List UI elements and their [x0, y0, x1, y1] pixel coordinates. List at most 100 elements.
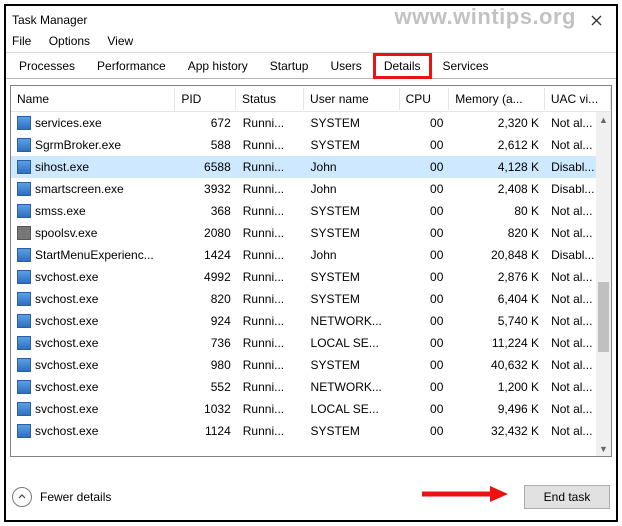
process-name: svchost.exe [35, 314, 98, 328]
table-row[interactable]: smartscreen.exe3932Runni...John002,408 K… [11, 178, 611, 200]
cell-memory: 6,404 K [449, 290, 545, 308]
cell-status: Runni... [237, 290, 305, 308]
cell-status: Runni... [237, 158, 305, 176]
table-row[interactable]: services.exe672Runni...SYSTEM002,320 KNo… [11, 112, 611, 134]
cell-status: Runni... [237, 246, 305, 264]
cell-cpu: 00 [400, 378, 449, 396]
cell-status: Runni... [237, 224, 305, 242]
tab-processes[interactable]: Processes [8, 53, 86, 79]
scroll-down-icon[interactable]: ▼ [596, 441, 611, 456]
cell-cpu: 00 [400, 180, 449, 198]
table-row[interactable]: SgrmBroker.exe588Runni...SYSTEM002,612 K… [11, 134, 611, 156]
process-name: StartMenuExperienc... [35, 248, 154, 262]
process-name: smartscreen.exe [35, 182, 124, 196]
cell-cpu: 00 [400, 400, 449, 418]
cell-status: Runni... [237, 202, 305, 220]
tab-services[interactable]: Services [432, 53, 500, 79]
cell-pid: 924 [176, 312, 236, 330]
tab-startup[interactable]: Startup [259, 53, 320, 79]
col-uac[interactable]: UAC vi... [545, 88, 611, 110]
cell-cpu: 00 [400, 136, 449, 154]
cell-memory: 32,432 K [449, 422, 545, 440]
table-row[interactable]: svchost.exe736Runni...LOCAL SE...0011,22… [11, 332, 611, 354]
cell-user: SYSTEM [305, 290, 401, 308]
tab-performance[interactable]: Performance [86, 53, 177, 79]
cell-cpu: 00 [400, 312, 449, 330]
tab-app-history[interactable]: App history [177, 53, 259, 79]
cell-status: Runni... [237, 422, 305, 440]
table-row[interactable]: svchost.exe924Runni...NETWORK...005,740 … [11, 310, 611, 332]
cell-pid: 1124 [176, 422, 236, 440]
table-row[interactable]: svchost.exe1124Runni...SYSTEM0032,432 KN… [11, 420, 611, 442]
cell-pid: 552 [176, 378, 236, 396]
cell-cpu: 00 [400, 246, 449, 264]
cell-cpu: 00 [400, 114, 449, 132]
process-name: svchost.exe [35, 424, 98, 438]
tab-strip: Processes Performance App history Startu… [6, 53, 616, 79]
process-name: SgrmBroker.exe [35, 138, 121, 152]
process-name: smss.exe [35, 204, 86, 218]
app-icon [17, 138, 31, 152]
window-title: Task Manager [12, 13, 87, 27]
table-row[interactable]: smss.exe368Runni...SYSTEM0080 KNot al... [11, 200, 611, 222]
cell-status: Runni... [237, 378, 305, 396]
cell-user: John [305, 246, 401, 264]
table-row[interactable]: spoolsv.exe2080Runni...SYSTEM00820 KNot … [11, 222, 611, 244]
table-row[interactable]: svchost.exe4992Runni...SYSTEM002,876 KNo… [11, 266, 611, 288]
cell-memory: 5,740 K [449, 312, 545, 330]
cell-memory: 820 K [449, 224, 545, 242]
process-table: Name PID Status User name CPU Memory (a.… [10, 85, 612, 457]
cell-memory: 1,200 K [449, 378, 545, 396]
cell-user: SYSTEM [305, 356, 401, 374]
cell-user: NETWORK... [305, 312, 401, 330]
cell-pid: 672 [176, 114, 236, 132]
cell-status: Runni... [237, 400, 305, 418]
table-row[interactable]: svchost.exe1032Runni...LOCAL SE...009,49… [11, 398, 611, 420]
cell-status: Runni... [237, 334, 305, 352]
col-name[interactable]: Name [11, 88, 175, 110]
menu-bar: File Options View [6, 32, 616, 52]
col-status[interactable]: Status [236, 88, 304, 110]
app-icon [17, 424, 31, 438]
close-icon[interactable] [582, 10, 610, 30]
cell-cpu: 00 [400, 422, 449, 440]
process-name: services.exe [35, 116, 102, 130]
scroll-thumb[interactable] [598, 282, 609, 352]
cell-pid: 2080 [176, 224, 236, 242]
cell-status: Runni... [237, 114, 305, 132]
cell-user: SYSTEM [305, 136, 401, 154]
footer: Fewer details End task [12, 480, 610, 514]
process-name: svchost.exe [35, 402, 98, 416]
table-row[interactable]: svchost.exe820Runni...SYSTEM006,404 KNot… [11, 288, 611, 310]
table-row[interactable]: svchost.exe552Runni...NETWORK...001,200 … [11, 376, 611, 398]
app-icon [17, 336, 31, 350]
process-name: spoolsv.exe [35, 226, 97, 240]
process-name: svchost.exe [35, 292, 98, 306]
cell-memory: 2,320 K [449, 114, 545, 132]
table-row[interactable]: StartMenuExperienc...1424Runni...John002… [11, 244, 611, 266]
cell-cpu: 00 [400, 202, 449, 220]
menu-file[interactable]: File [12, 34, 31, 48]
menu-options[interactable]: Options [49, 34, 90, 48]
scroll-up-icon[interactable]: ▲ [596, 112, 611, 127]
cell-memory: 9,496 K [449, 400, 545, 418]
tab-users[interactable]: Users [319, 53, 372, 79]
table-row[interactable]: sihost.exe6588Runni...John004,128 KDisab… [11, 156, 611, 178]
menu-view[interactable]: View [107, 34, 133, 48]
vertical-scrollbar[interactable]: ▲ ▼ [596, 112, 611, 456]
process-name: svchost.exe [35, 270, 98, 284]
col-user[interactable]: User name [304, 88, 400, 110]
tab-details[interactable]: Details [373, 53, 432, 79]
printer-icon [17, 226, 31, 240]
cell-user: John [305, 180, 401, 198]
col-cpu[interactable]: CPU [400, 88, 450, 110]
cell-pid: 6588 [176, 158, 236, 176]
cell-memory: 2,876 K [449, 268, 545, 286]
table-row[interactable]: svchost.exe980Runni...SYSTEM0040,632 KNo… [11, 354, 611, 376]
col-memory[interactable]: Memory (a... [449, 88, 545, 110]
fewer-details-toggle[interactable]: Fewer details [12, 487, 111, 507]
col-pid[interactable]: PID [175, 88, 236, 110]
annotation-arrow-icon [420, 484, 510, 504]
end-task-button[interactable]: End task [524, 485, 610, 509]
cell-memory: 40,632 K [449, 356, 545, 374]
